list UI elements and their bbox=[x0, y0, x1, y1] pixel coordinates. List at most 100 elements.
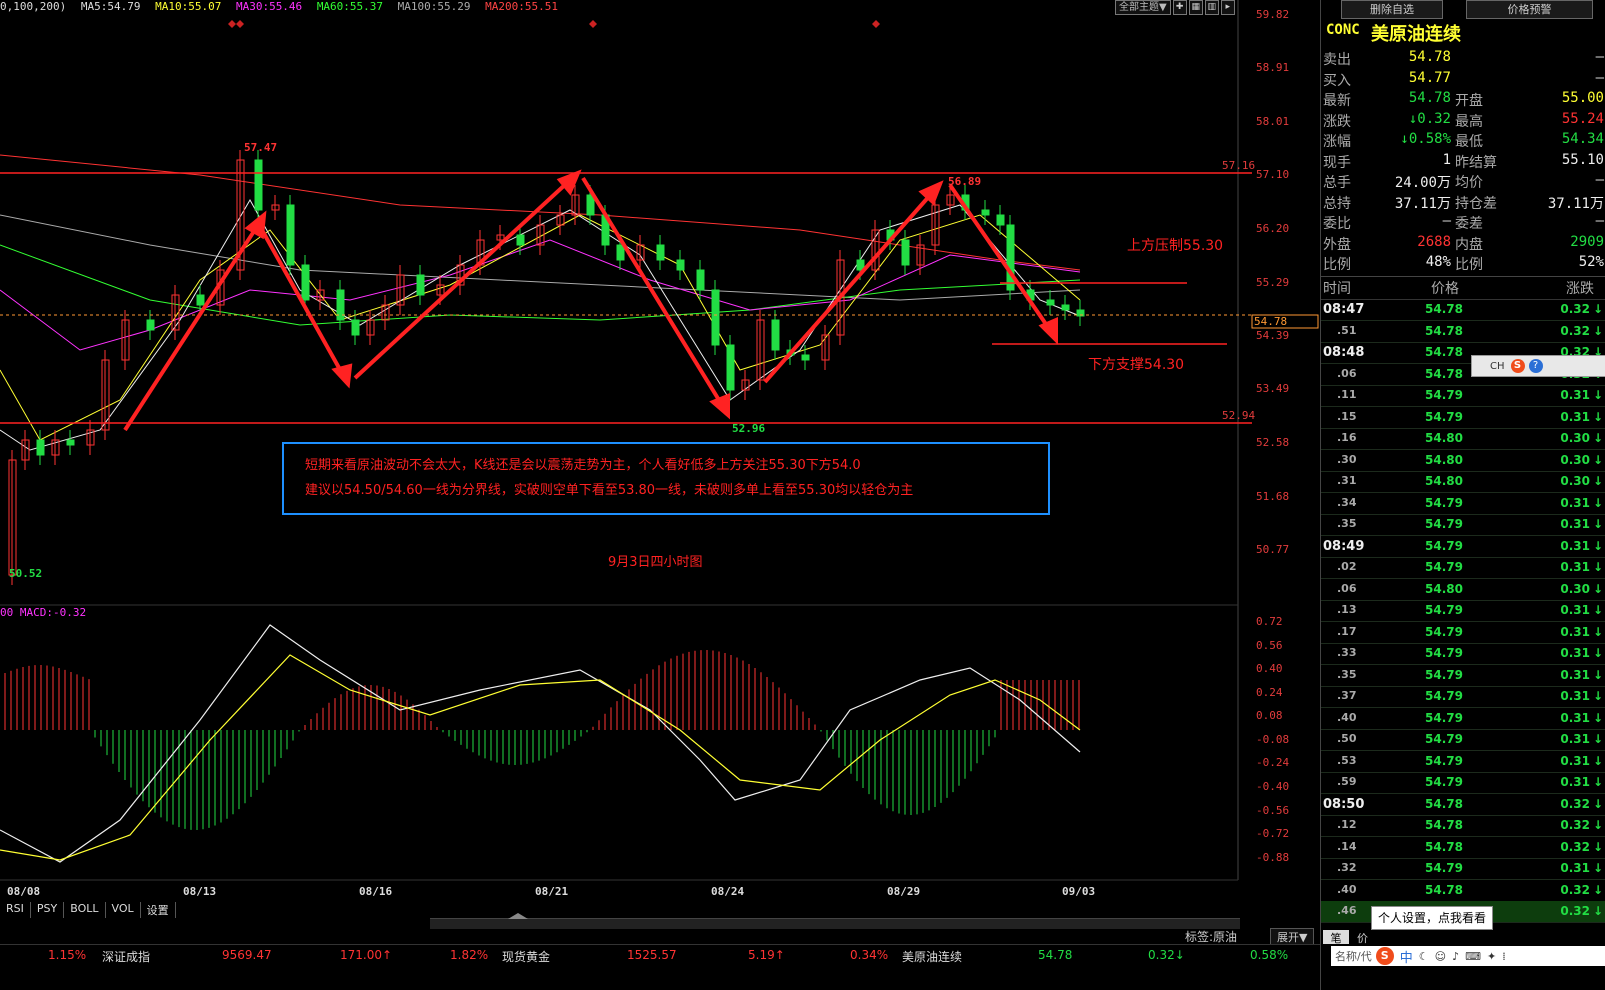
y-label: 58.01 bbox=[1256, 115, 1290, 128]
y-label: 55.29 bbox=[1256, 276, 1290, 289]
ticker-item[interactable]: 美原油连续 bbox=[902, 948, 962, 965]
moon-icon[interactable]: ☾ bbox=[1419, 950, 1429, 963]
tick-price: 54.78 bbox=[1425, 323, 1463, 338]
layout-icon[interactable]: ▥ bbox=[1204, 0, 1219, 15]
tick-time: .32 bbox=[1337, 861, 1357, 874]
tick-change: 0.32 bbox=[1560, 818, 1590, 832]
crosshair-icon[interactable]: ✚ bbox=[1172, 0, 1187, 15]
tick-time: 08:47 bbox=[1323, 302, 1365, 317]
tick-time: .02 bbox=[1337, 560, 1357, 573]
down-arrow-icon: ↓ bbox=[1592, 710, 1603, 725]
tick-change: 0.31 bbox=[1560, 388, 1590, 402]
ma-legend-ma10: MA10:55.07 bbox=[155, 0, 222, 13]
quote-value: 54.78 bbox=[1408, 49, 1451, 65]
tick-time: .40 bbox=[1337, 882, 1357, 896]
search-bar[interactable]: 名称/代 S 中 ☾ ☺ ♪ ⌨ ✦ ⁞ bbox=[1331, 946, 1605, 966]
emoji-icon[interactable]: ☺ bbox=[1435, 950, 1446, 963]
price-alert-button[interactable]: 价格预警 bbox=[1466, 0, 1593, 19]
tick-price: 54.79 bbox=[1425, 495, 1463, 510]
quote-value: 54.78 bbox=[1408, 90, 1451, 106]
settings-tooltip: 个人设置，点我看看 bbox=[1371, 906, 1493, 930]
tick-row: .51 54.78 0.32 ↓ bbox=[1321, 321, 1605, 343]
down-arrow-icon: ↓ bbox=[1592, 474, 1603, 488]
low-label: 50.52 bbox=[9, 567, 43, 580]
macd-y-label: 0.08 bbox=[1256, 709, 1283, 722]
tick-time: .06 bbox=[1337, 366, 1357, 380]
tick-row: .16 54.80 0.30 ↓ bbox=[1321, 428, 1605, 450]
tab-vol[interactable]: VOL bbox=[106, 902, 141, 918]
tick-header-price: 价格 bbox=[1431, 281, 1459, 297]
macd-legend: 00 MACD:-0.32 bbox=[0, 606, 87, 619]
theme-dropdown[interactable]: 全部主题▼ bbox=[1115, 0, 1171, 15]
pen-tab[interactable]: 笔 bbox=[1323, 930, 1349, 945]
delete-watchlist-button[interactable]: 删除自选 bbox=[1341, 0, 1443, 19]
y-label: 51.68 bbox=[1256, 490, 1290, 503]
mic-icon[interactable]: ♪ bbox=[1452, 950, 1459, 963]
trough-label: 52.96 bbox=[732, 422, 766, 435]
shirt-icon[interactable]: ✦ bbox=[1487, 950, 1496, 963]
tick-row: .31 54.80 0.30 ↓ bbox=[1321, 471, 1605, 493]
ime-mode[interactable]: 中 bbox=[1400, 947, 1413, 966]
instrument-name: 美原油连续 bbox=[1371, 24, 1461, 45]
ticker-item: 1.15% bbox=[48, 948, 87, 962]
expand-icon[interactable]: ▸ bbox=[1220, 0, 1235, 15]
ticker-item[interactable]: 深证成指 bbox=[102, 948, 150, 965]
tick-row: .35 54.79 0.31 ↓ bbox=[1321, 514, 1605, 536]
tab-rsi[interactable]: RSI bbox=[0, 902, 31, 918]
candle-body bbox=[66, 439, 75, 446]
candle-body bbox=[301, 264, 310, 301]
quote-row: 外盘 2688 内盘 2909 bbox=[1321, 234, 1605, 254]
macd-y-label: -0.88 bbox=[1256, 851, 1290, 864]
tab-psy[interactable]: PSY bbox=[31, 902, 65, 918]
y-label: 53.49 bbox=[1256, 382, 1290, 395]
quote-value: ↓0.32 bbox=[1408, 110, 1451, 127]
ticker-item[interactable]: 现货黄金 bbox=[502, 948, 550, 965]
price-tab[interactable]: 价 bbox=[1357, 930, 1368, 946]
candle-body bbox=[981, 209, 990, 216]
resistance-annotation: 上方压制55.30 bbox=[1127, 238, 1224, 254]
tag-label: 标签:原油 bbox=[1185, 930, 1238, 944]
x-label: 08/16 bbox=[359, 885, 393, 898]
scroll-up-icon[interactable] bbox=[508, 913, 528, 919]
tab-settings[interactable]: 设置 bbox=[141, 902, 176, 918]
grid-icon[interactable]: ▦ bbox=[1188, 0, 1203, 15]
kline-chart-area[interactable]: 0,100,200) MA5:54.79 MA10:55.07 MA30:55.… bbox=[0, 0, 1320, 946]
tick-change: 0.32 bbox=[1560, 796, 1590, 811]
sogou-icon[interactable]: S bbox=[1375, 947, 1394, 965]
keyboard-icon[interactable]: ⌨ bbox=[1465, 950, 1481, 963]
grid-menu-icon[interactable]: ⁞ bbox=[1502, 950, 1506, 963]
quote-label: 昨结算 bbox=[1455, 154, 1497, 171]
sogou-icon[interactable]: S bbox=[1510, 359, 1525, 373]
quote-label: 最低 bbox=[1455, 134, 1483, 150]
dif-line bbox=[0, 624, 1081, 863]
tick-header: 时间 价格 涨跌 bbox=[1321, 276, 1605, 300]
quote-row: 总持 37.11万 持仓差 37.11万 bbox=[1321, 193, 1605, 213]
candle-body bbox=[254, 159, 263, 211]
tick-price: 54.79 bbox=[1425, 667, 1463, 682]
down-arrow-icon: ↓ bbox=[1592, 323, 1603, 338]
tick-time: .06 bbox=[1337, 581, 1357, 595]
x-label: 09/03 bbox=[1062, 885, 1096, 898]
chart-scrollbar[interactable] bbox=[430, 913, 1240, 929]
help-icon[interactable]: ? bbox=[1528, 359, 1543, 373]
tick-price: 54.80 bbox=[1425, 452, 1463, 467]
tick-change: 0.31 bbox=[1560, 775, 1590, 789]
down-arrow-icon: ↓ bbox=[1592, 624, 1603, 639]
quote-value: 54.34 bbox=[1561, 131, 1604, 147]
quote-value: — bbox=[1595, 172, 1604, 188]
tick-change: 0.32 bbox=[1560, 302, 1590, 316]
ma60-line bbox=[0, 244, 1081, 326]
tick-price: 54.79 bbox=[1425, 710, 1463, 725]
tab-boll[interactable]: BOLL bbox=[64, 902, 106, 918]
search-input[interactable]: 名称/代 bbox=[1335, 948, 1372, 964]
tick-change: 0.32 bbox=[1560, 882, 1590, 897]
x-label: 08/24 bbox=[711, 885, 745, 898]
candle-body bbox=[656, 244, 665, 261]
macd-y-label: -0.40 bbox=[1256, 780, 1290, 793]
ime-toolbar[interactable]: CH S ? bbox=[1471, 355, 1605, 377]
tick-row: .40 54.79 0.31 ↓ bbox=[1321, 708, 1605, 730]
market-ticker: 1.15% 深证成指 9569.47 171.00↑ 1.82% 现货黄金 15… bbox=[0, 944, 1330, 967]
analysis-line-1: 短期来看原油波动不会太大，K线还是会以震荡走势为主，个人看好低多上方关注55.3… bbox=[305, 458, 861, 473]
level-low-label: 52.94 bbox=[1222, 409, 1256, 422]
candle-body bbox=[676, 259, 685, 271]
